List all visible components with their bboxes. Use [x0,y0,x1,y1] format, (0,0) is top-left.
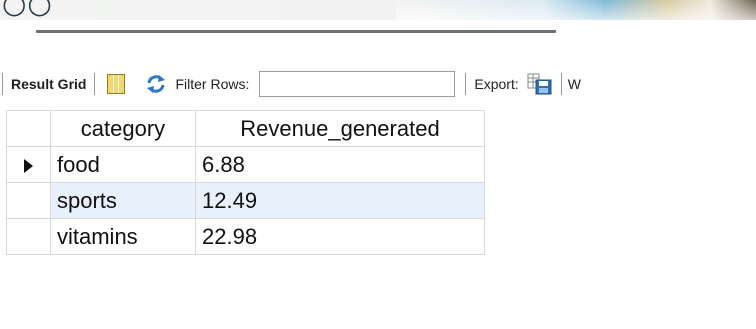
table-row[interactable]: vitamins 22.98 [6,218,485,255]
toolbar-divider [94,73,96,95]
background-banner: ○○ [0,0,756,20]
cell-category[interactable]: vitamins [50,218,196,255]
toolbar-divider [560,73,562,95]
cropped-banner-glyphs: ○○ [2,0,53,20]
export-save-icon[interactable] [527,72,553,96]
filter-rows-input[interactable] [259,71,456,97]
row-marker-header [6,110,51,147]
result-toolbar: Result Grid Filter Rows: Export: W [0,66,756,102]
table-row[interactable]: food 6.88 [6,146,485,183]
header-row: category Revenue_generated [6,110,485,147]
wrap-cell-label[interactable]: W [568,76,581,92]
filter-rows-label: Filter Rows: [175,76,250,92]
grid-view-icon[interactable] [107,74,126,94]
result-grid-button[interactable]: Result Grid [11,76,86,92]
current-row-arrow-icon [24,158,33,173]
banner-decoration [396,0,756,20]
toolbar-divider [2,73,3,95]
cell-revenue[interactable]: 22.98 [195,218,485,255]
row-selector[interactable] [6,182,51,219]
table-row[interactable]: sports 12.49 [6,182,485,219]
column-header-category[interactable]: category [50,110,196,147]
cell-revenue[interactable]: 12.49 [195,182,485,219]
result-grid: category Revenue_generated food 6.88 spo… [6,110,485,255]
cell-revenue[interactable]: 6.88 [195,146,485,183]
cell-category[interactable]: food [50,146,196,183]
row-selector[interactable] [6,218,51,255]
refresh-arrows-icon[interactable] [145,73,167,95]
cell-category[interactable]: sports [50,182,196,219]
column-header-revenue-generated[interactable]: Revenue_generated [195,110,485,147]
toolbar-divider [465,73,467,95]
separator-line [36,30,556,33]
export-label: Export: [474,76,519,92]
row-selector[interactable] [6,146,51,183]
